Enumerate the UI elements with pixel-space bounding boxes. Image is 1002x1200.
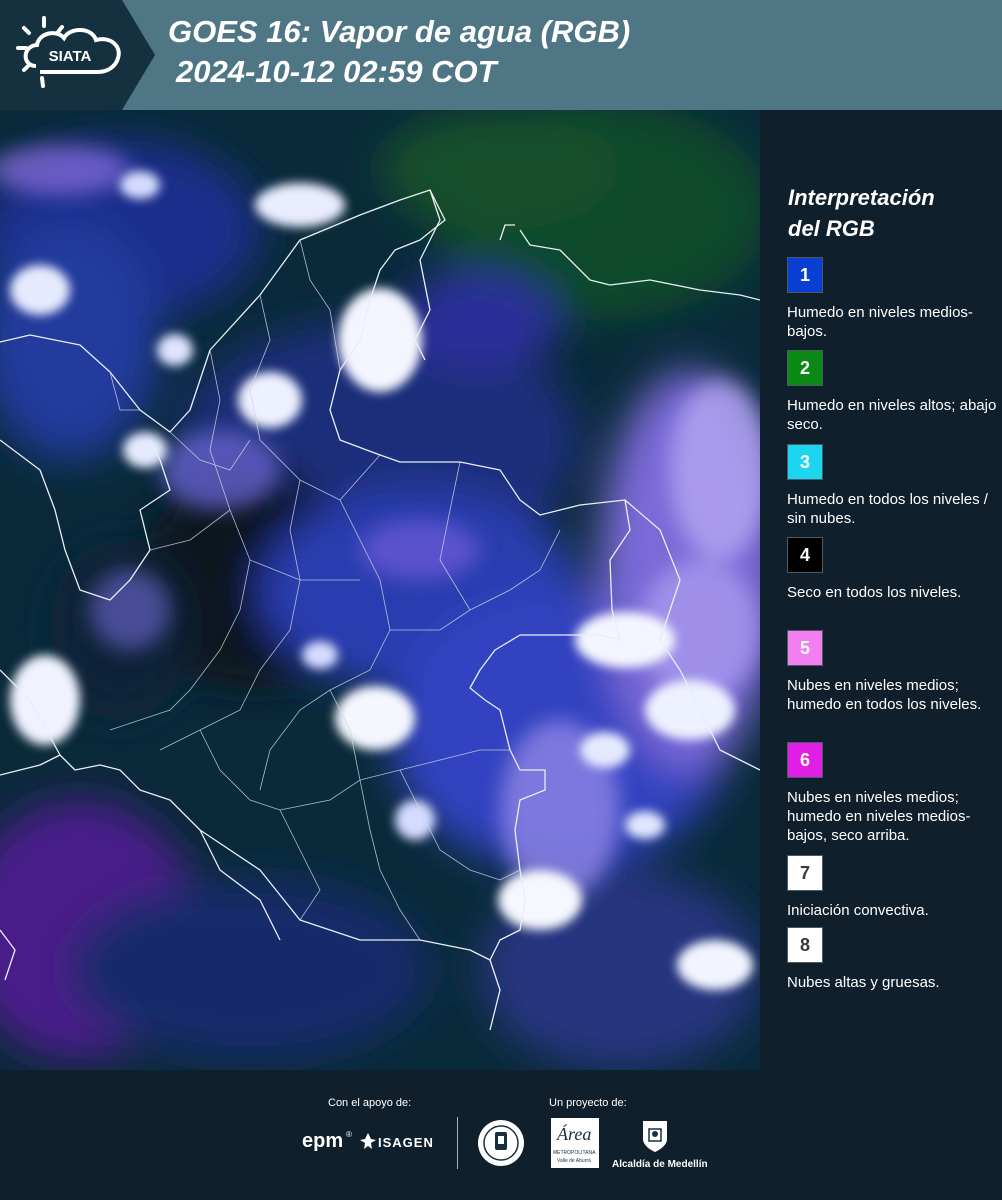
legend-number-5: 5 xyxy=(799,637,810,658)
legend-swatch-3: 3 xyxy=(787,444,823,480)
area-logo-name: Área xyxy=(557,1124,592,1144)
legend-text-1: Humedo en niveles medios-bajos. xyxy=(787,304,973,340)
siata-logo: SIATA xyxy=(0,0,155,110)
legend-text-5: Nubes en niveles medios; humedo en todos… xyxy=(787,677,982,713)
legend-item-4: 4 Seco en todos los niveles. xyxy=(787,537,999,602)
medellin-logo-text: Alcaldía de Medellín xyxy=(612,1159,708,1170)
legend-number-6: 6 xyxy=(799,749,810,770)
isagen-logo-text: ISAGEN xyxy=(378,1135,434,1150)
header-bar: SIATA GOES 16: Vapor de agua (RGB) 2024-… xyxy=(0,0,1002,110)
area-logo-sub2: Valle de Aburrá xyxy=(557,1158,591,1164)
legend-item-1: 1 Humedo en niveles medios-bajos. xyxy=(787,257,999,341)
isagen-mark-icon xyxy=(360,1133,376,1149)
rgb-legend-panel: Interpretación del RGB 1 Humedo en nivel… xyxy=(760,110,1002,1070)
legend-swatch-1: 1 xyxy=(787,257,823,293)
epm-registered-icon: ® xyxy=(346,1130,352,1139)
legend-text-7: Iniciación convectiva. xyxy=(787,902,929,919)
area-metropolitana-logo: Área METROPOLITANA Valle de Aburrá xyxy=(551,1118,599,1168)
epm-logo: epm xyxy=(302,1130,344,1152)
legend-number-4: 4 xyxy=(799,544,810,565)
legend-number-1: 1 xyxy=(799,264,810,285)
legend-title-line2: del RGB xyxy=(788,216,875,241)
legend-number-2: 2 xyxy=(799,357,810,378)
legend-swatch-6: 6 xyxy=(787,742,823,778)
siata-logo-text: SIATA xyxy=(49,48,92,65)
medellin-shield-icon xyxy=(641,1119,669,1153)
legend-text-2: Humedo en niveles altos; abajo seco. xyxy=(787,397,997,433)
page-title: GOES 16: Vapor de agua (RGB) xyxy=(168,14,631,49)
legend-item-6: 6 Nubes en niveles medios; humedo en niv… xyxy=(787,742,999,845)
area-logo-sub1: METROPOLITANA xyxy=(553,1150,596,1156)
legend-item-2: 2 Humedo en niveles altos; abajo seco. xyxy=(787,350,999,434)
page-timestamp: 2024-10-12 02:59 COT xyxy=(176,54,497,89)
legend-text-6: Nubes en niveles medios; humedo en nivel… xyxy=(787,789,971,844)
project-label: Un proyecto de: xyxy=(549,1097,627,1109)
legend-number-7: 7 xyxy=(799,862,810,883)
footer-divider xyxy=(457,1117,458,1169)
legend-title: Interpretación del RGB xyxy=(788,182,998,244)
isagen-logo: ISAGEN xyxy=(360,1132,440,1154)
legend-item-8: 8 Nubes altas y gruesas. xyxy=(787,927,999,992)
legend-item-7: 7 Iniciación convectiva. xyxy=(787,855,999,920)
legend-swatch-5: 5 xyxy=(787,630,823,666)
satellite-water-vapor-map[interactable] xyxy=(0,110,760,1070)
legend-number-8: 8 xyxy=(799,934,810,955)
seal-logo xyxy=(476,1118,526,1168)
legend-swatch-7: 7 xyxy=(787,855,823,891)
legend-text-8: Nubes altas y gruesas. xyxy=(787,974,940,991)
legend-swatch-4: 4 xyxy=(787,537,823,573)
legend-text-4: Seco en todos los niveles. xyxy=(787,584,962,601)
footer-sponsors: Con el apoyo de: Un proyecto de: epm ® I… xyxy=(0,1070,1002,1200)
legend-item-3: 3 Humedo en todos los niveles / sin nube… xyxy=(787,444,999,528)
support-label: Con el apoyo de: xyxy=(328,1097,412,1109)
legend-title-line1: Interpretación xyxy=(788,185,935,210)
legend-text-3: Humedo en todos los niveles / sin nubes. xyxy=(787,491,988,527)
legend-swatch-2: 2 xyxy=(787,350,823,386)
legend-swatch-8: 8 xyxy=(787,927,823,963)
legend-item-5: 5 Nubes en niveles medios; humedo en tod… xyxy=(787,630,999,714)
legend-number-3: 3 xyxy=(799,451,810,472)
